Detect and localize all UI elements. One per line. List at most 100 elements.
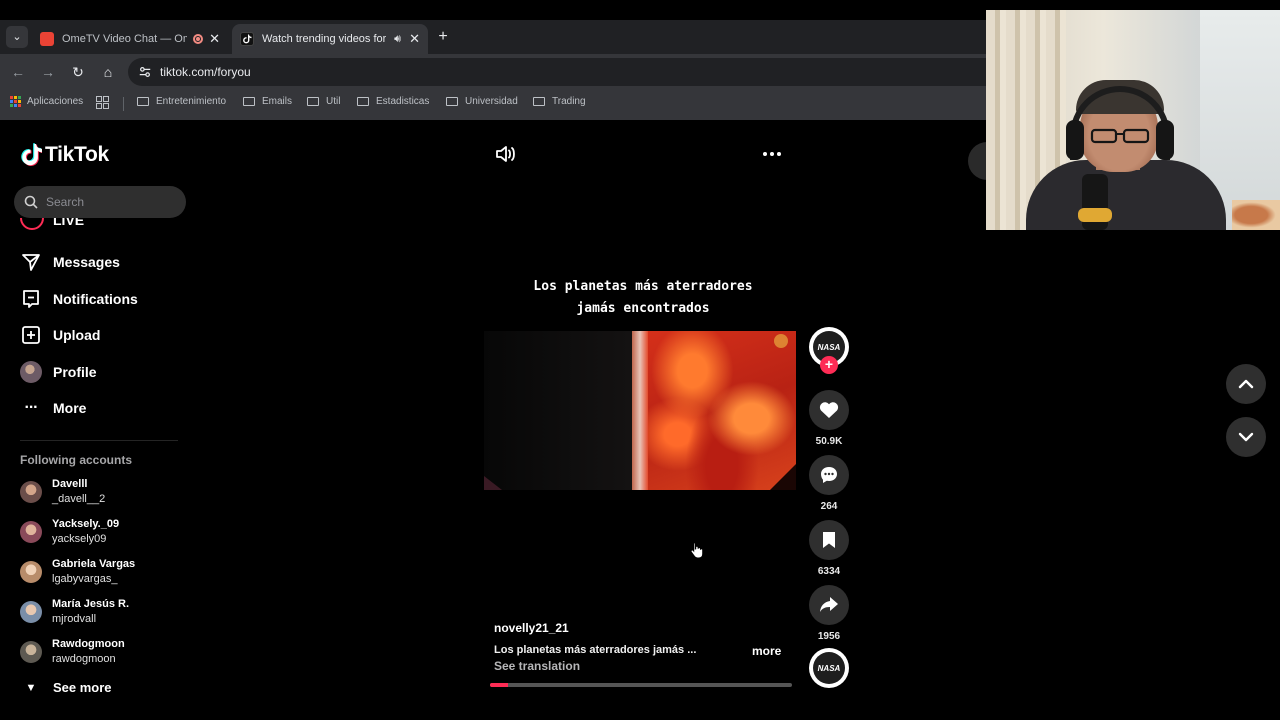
back-icon[interactable]: ← — [8, 62, 28, 82]
video-author[interactable]: novelly21_21 — [494, 621, 569, 635]
nav-label: More — [53, 400, 87, 416]
like-button[interactable]: 50.9K — [809, 390, 849, 447]
video-dark-region — [484, 331, 632, 490]
close-tab-icon[interactable]: ✕ — [209, 31, 220, 47]
bookmark-folder[interactable]: Emails — [243, 96, 292, 107]
tiktok-logo[interactable]: TikTok — [20, 143, 109, 167]
bookmark-icon — [809, 520, 849, 560]
following-account[interactable]: Gabriela Vargas lgabyvargas_ — [20, 555, 190, 589]
bookmark-folder[interactable]: Util — [307, 96, 340, 107]
video-watermark-icon — [774, 334, 788, 348]
audio-playing-icon[interactable]: 🔊︎ — [394, 33, 401, 46]
tiktok-logo-icon — [21, 143, 42, 166]
nav-profile[interactable]: Profile — [20, 359, 190, 385]
account-name: Davelll — [52, 478, 88, 490]
reload-icon[interactable]: ↻ — [68, 62, 88, 82]
tiktok-favicon-icon — [240, 32, 254, 46]
nav-upload[interactable]: Upload — [20, 322, 190, 348]
account-name: Gabriela Vargas — [52, 558, 136, 570]
following-account[interactable]: Rawdogmoon rawdogmoon — [20, 635, 190, 669]
tab-title: OmeTV Video Chat — OmeTV — [62, 33, 187, 45]
folder-icon — [357, 97, 369, 106]
video-description: Los planetas más aterradores jamás ... — [494, 644, 697, 656]
nav-label: Messages — [53, 254, 120, 270]
grid-icon[interactable] — [96, 96, 109, 109]
bookmark-apps[interactable]: Aplicaciones — [10, 96, 83, 107]
overlay-title-line: jamás encontrados — [576, 301, 710, 316]
close-tab-icon[interactable]: ✕ — [409, 31, 420, 47]
bookmark-label: Trading — [552, 96, 586, 107]
bookmark-folder[interactable]: Entretenimiento — [137, 96, 226, 107]
headphone-cup — [1156, 120, 1174, 160]
music-disc[interactable]: NASA — [809, 648, 849, 688]
forward-icon[interactable]: → — [38, 62, 58, 82]
share-count: 1956 — [817, 631, 841, 642]
url-text: tiktok.com/foryou — [160, 65, 251, 79]
search-input[interactable]: Search — [14, 186, 186, 218]
previous-video-button[interactable] — [1226, 364, 1266, 404]
following-account[interactable]: Davelll _davell__2 — [20, 475, 190, 509]
following-account[interactable]: Yacksely._09 yacksely09 — [20, 515, 190, 549]
nav-notifications[interactable]: Notifications — [20, 286, 190, 312]
avatar — [20, 601, 42, 623]
account-username: rawdogmoon — [52, 653, 116, 665]
nav-label: Profile — [53, 364, 97, 380]
account-username: yacksely09 — [52, 533, 107, 545]
webcam-overlay — [986, 10, 1280, 230]
account-username: mjrodvall — [52, 613, 97, 625]
nav-label: Notifications — [53, 291, 138, 307]
share-button[interactable]: 1956 — [809, 585, 849, 642]
search-placeholder: Search — [46, 195, 85, 209]
share-icon — [809, 585, 849, 625]
more-options-icon[interactable] — [761, 144, 783, 164]
tab-tiktok[interactable]: Watch trending videos for you 🔊︎ ✕ — [232, 24, 428, 54]
volume-icon[interactable] — [495, 144, 517, 164]
tab-title: Watch trending videos for you — [262, 33, 387, 45]
notifications-icon — [20, 288, 42, 310]
following-account[interactable]: María Jesús R. mjrodvall — [20, 595, 190, 629]
like-count: 50.9K — [815, 436, 843, 447]
see-more-button[interactable]: ▼ See more — [20, 680, 112, 695]
following-accounts-title: Following accounts — [20, 453, 133, 467]
folder-icon — [446, 97, 458, 106]
bookmark-folder[interactable]: Trading — [533, 96, 586, 107]
description-more-button[interactable]: more — [752, 644, 781, 658]
headphone-cup — [1066, 120, 1084, 160]
bookmark-folder[interactable]: Universidad — [446, 96, 518, 107]
creator-avatar[interactable]: NASA + — [809, 327, 849, 374]
site-info-icon[interactable] — [138, 65, 152, 79]
video-player[interactable] — [484, 331, 796, 490]
new-tab-icon[interactable]: + — [434, 28, 452, 46]
live-icon — [20, 218, 44, 230]
recording-icon — [193, 34, 204, 44]
apps-icon — [10, 96, 21, 107]
profile-avatar — [20, 361, 42, 383]
follow-plus-icon[interactable]: + — [820, 356, 838, 374]
comment-count: 264 — [820, 501, 838, 512]
see-translation-link[interactable]: See translation — [494, 659, 580, 673]
comment-button[interactable]: 264 — [809, 455, 849, 512]
nav-label: Upload — [53, 327, 101, 343]
brand-name: TikTok — [45, 143, 109, 166]
tab-search-button[interactable]: ⌄ — [6, 26, 28, 48]
bookmark-folder[interactable]: Estadisticas — [357, 96, 429, 107]
tab-ometv[interactable]: OmeTV Video Chat — OmeTV ✕ — [32, 24, 228, 54]
nav-messages[interactable]: Messages — [20, 249, 190, 275]
video-overlay-title: Los planetas más aterradores jamás encon… — [500, 276, 786, 320]
save-button[interactable]: 6334 — [809, 520, 849, 577]
sidebar-divider — [20, 440, 178, 441]
account-username: _davell__2 — [52, 493, 106, 505]
chevron-up-icon — [1238, 379, 1254, 389]
chevron-down-icon — [1238, 432, 1254, 442]
microphone — [1078, 174, 1112, 230]
nav-label: LIVE — [53, 218, 85, 228]
folder-icon — [243, 97, 255, 106]
next-video-button[interactable] — [1226, 417, 1266, 457]
home-icon[interactable]: ⌂ — [98, 62, 118, 82]
nav-live[interactable]: LIVE — [20, 218, 190, 230]
video-progress-bar[interactable] — [490, 683, 792, 687]
account-name: Yacksely._09 — [52, 518, 120, 530]
folder-icon — [533, 97, 545, 106]
bookmark-label: Util — [326, 96, 341, 107]
nav-more[interactable]: ··· More — [20, 395, 190, 421]
